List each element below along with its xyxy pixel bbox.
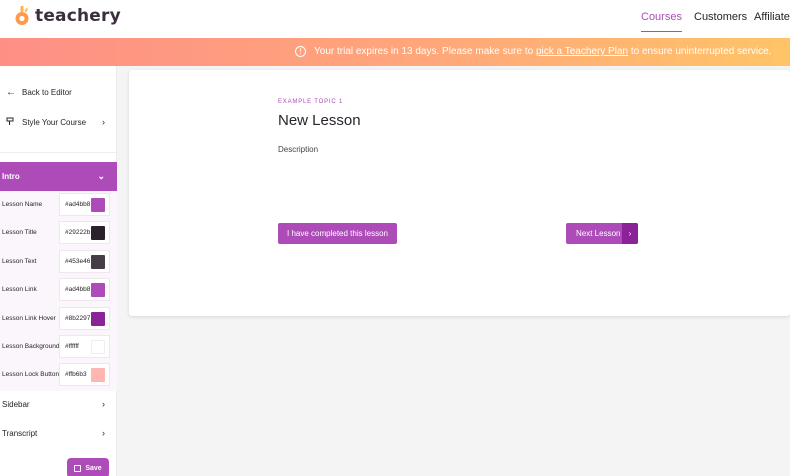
nav-customers[interactable]: Customers [694, 11, 747, 23]
pick-plan-link[interactable]: pick a Teachery Plan [536, 46, 628, 57]
transcript-section-toggle[interactable]: Transcript › [0, 425, 117, 441]
color-input[interactable]: #8b2297 [59, 307, 110, 330]
color-swatch[interactable] [91, 198, 105, 212]
trial-text-before: Your trial expires in 13 days. Please ma… [314, 46, 534, 57]
lesson-preview-card: EXAMPLE TOPIC 1 New Lesson Description I… [129, 70, 790, 316]
save-label: Save [85, 464, 102, 472]
lesson-description: Description [278, 145, 319, 154]
intro-section-label: Intro [2, 172, 20, 181]
color-hex-value: #ffffff [65, 343, 79, 350]
chevron-down-icon: ⌄ [97, 171, 105, 181]
nav-courses-label: Courses [641, 11, 682, 23]
setting-label: Lesson Background [2, 343, 60, 350]
setting-label: Lesson Lock Button [2, 371, 60, 378]
setting-label: Lesson Link Hover [2, 315, 56, 322]
color-hex-value: #ad4bb8 [65, 201, 91, 208]
save-button[interactable]: Save [67, 458, 109, 476]
trial-banner: ! Your trial expires in 13 days. Please … [0, 38, 790, 66]
chevron-right-icon: › [102, 117, 105, 127]
teachery-logo-icon [14, 6, 30, 26]
color-hex-value: #ad4bb8 [65, 286, 91, 293]
chevron-right-icon: › [622, 223, 638, 244]
color-hex-value: #8b2297 [65, 315, 91, 322]
color-hex-value: #29222b [65, 229, 91, 236]
color-swatch[interactable] [91, 340, 105, 354]
style-your-course-label: Style Your Course [22, 117, 87, 127]
setting-lesson-name: Lesson Name #ad4bb8 [0, 191, 117, 219]
lesson-title: New Lesson [278, 112, 361, 129]
setting-lesson-link-hover: Lesson Link Hover #8b2297 [0, 305, 117, 333]
sidebar-section-toggle[interactable]: Sidebar › [0, 396, 117, 412]
setting-lesson-background: Lesson Background #ffffff [0, 333, 117, 361]
next-lesson-button[interactable]: Next Lesson › [566, 223, 638, 244]
complete-lesson-button[interactable]: I have completed this lesson [278, 223, 397, 244]
brand-name: teachery [35, 6, 121, 26]
trial-text-after: to ensure uninterrupted service. [630, 46, 772, 57]
color-hex-value: #ffb6b3 [65, 371, 87, 378]
chevron-right-icon: › [102, 428, 105, 438]
back-to-editor-label: Back to Editor [22, 87, 72, 97]
transcript-section-label: Transcript [2, 428, 38, 438]
sidebar-section-label: Sidebar [2, 399, 30, 409]
setting-label: Lesson Title [2, 229, 37, 236]
setting-lesson-link: Lesson Link #ad4bb8 [0, 276, 117, 304]
color-swatch[interactable] [91, 368, 105, 382]
color-swatch[interactable] [91, 226, 105, 240]
intro-color-settings: Lesson Name #ad4bb8 Lesson Title #29222b… [0, 191, 117, 391]
color-input[interactable]: #29222b [59, 221, 110, 244]
teachery-logo[interactable]: teachery [14, 6, 121, 26]
nav-active-underline [641, 31, 682, 32]
next-lesson-label: Next Lesson [576, 229, 621, 238]
color-swatch[interactable] [91, 255, 105, 269]
lesson-topic-label: EXAMPLE TOPIC 1 [278, 99, 344, 105]
color-input[interactable]: #ad4bb8 [59, 278, 110, 301]
style-sidebar: ← Back to Editor Style Your Course › Int… [0, 66, 117, 476]
style-your-course-button[interactable]: Style Your Course › [0, 114, 117, 130]
color-swatch[interactable] [91, 312, 105, 326]
setting-lesson-title: Lesson Title #29222b [0, 219, 117, 247]
intro-section-toggle[interactable]: Intro ⌄ [0, 162, 117, 191]
setting-label: Lesson Link [2, 286, 37, 293]
color-input[interactable]: #ffb6b3 [59, 363, 110, 386]
setting-label: Lesson Name [2, 201, 43, 208]
paint-brush-icon [6, 117, 16, 128]
trial-banner-content: ! Your trial expires in 13 days. Please … [295, 46, 772, 57]
color-swatch[interactable] [91, 283, 105, 297]
info-icon: ! [295, 46, 306, 57]
chevron-right-icon: › [102, 399, 105, 409]
setting-lesson-text: Lesson Text #453e46 [0, 248, 117, 276]
sidebar-divider [0, 152, 117, 153]
arrow-left-icon: ← [6, 86, 16, 98]
save-icon [74, 464, 82, 472]
nav-courses[interactable]: Courses [641, 11, 682, 32]
setting-label: Lesson Text [2, 258, 37, 265]
top-nav: teachery Courses Customers Affiliates [0, 0, 790, 38]
color-input[interactable]: #ffffff [59, 335, 110, 358]
color-input[interactable]: #453e46 [59, 250, 110, 273]
color-input[interactable]: #ad4bb8 [59, 193, 110, 216]
back-to-editor-button[interactable]: ← Back to Editor [0, 84, 117, 100]
nav-affiliates[interactable]: Affiliates [754, 11, 790, 23]
color-hex-value: #453e46 [65, 258, 91, 265]
setting-lesson-lock-button: Lesson Lock Button #ffb6b3 [0, 361, 117, 389]
